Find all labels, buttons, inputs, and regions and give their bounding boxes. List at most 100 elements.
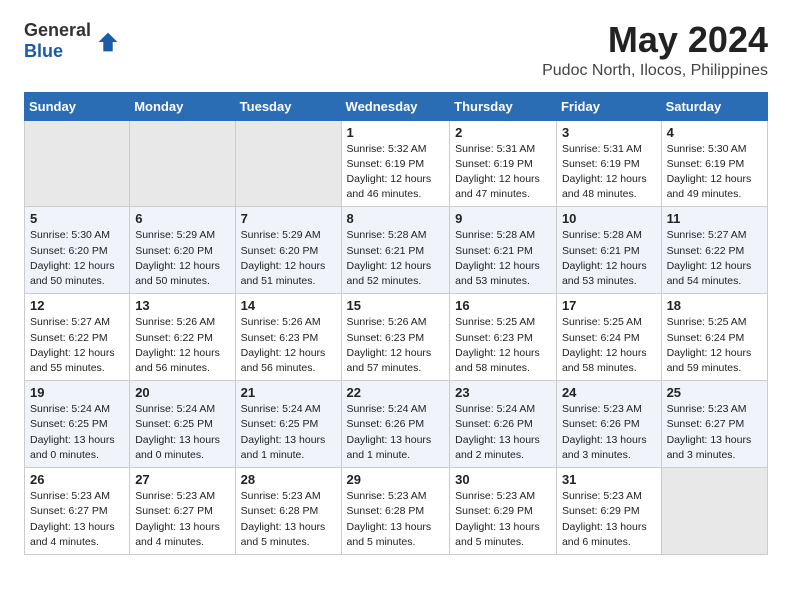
day-info: Sunrise: 5:27 AM Sunset: 6:22 PM Dayligh… [667, 228, 762, 289]
logo-general: General [24, 20, 91, 41]
calendar-week-row: 26 Sunrise: 5:23 AM Sunset: 6:27 PM Dayli… [25, 468, 768, 555]
calendar-table: SundayMondayTuesdayWednesdayThursdayFrid… [24, 92, 768, 555]
day-info: Sunrise: 5:32 AM Sunset: 6:19 PM Dayligh… [347, 142, 445, 203]
day-info: Sunrise: 5:23 AM Sunset: 6:27 PM Dayligh… [667, 402, 762, 463]
day-number: 1 [347, 125, 445, 140]
day-info: Sunrise: 5:24 AM Sunset: 6:25 PM Dayligh… [241, 402, 336, 463]
calendar-cell: 8 Sunrise: 5:28 AM Sunset: 6:21 PM Daylig… [341, 207, 450, 294]
calendar-week-row: 19 Sunrise: 5:24 AM Sunset: 6:25 PM Dayli… [25, 381, 768, 468]
day-info: Sunrise: 5:23 AM Sunset: 6:29 PM Dayligh… [455, 489, 551, 550]
day-number: 13 [135, 298, 229, 313]
calendar-cell: 30 Sunrise: 5:23 AM Sunset: 6:29 PM Dayli… [450, 468, 557, 555]
day-info: Sunrise: 5:23 AM Sunset: 6:29 PM Dayligh… [562, 489, 656, 550]
calendar-cell: 3 Sunrise: 5:31 AM Sunset: 6:19 PM Daylig… [556, 120, 661, 207]
calendar-cell: 19 Sunrise: 5:24 AM Sunset: 6:25 PM Dayli… [25, 381, 130, 468]
calendar-cell: 21 Sunrise: 5:24 AM Sunset: 6:25 PM Dayli… [235, 381, 341, 468]
calendar-cell: 25 Sunrise: 5:23 AM Sunset: 6:27 PM Dayli… [661, 381, 767, 468]
day-info: Sunrise: 5:24 AM Sunset: 6:25 PM Dayligh… [30, 402, 124, 463]
calendar-cell: 7 Sunrise: 5:29 AM Sunset: 6:20 PM Daylig… [235, 207, 341, 294]
day-number: 22 [347, 385, 445, 400]
day-number: 17 [562, 298, 656, 313]
calendar-week-row: 1 Sunrise: 5:32 AM Sunset: 6:19 PM Daylig… [25, 120, 768, 207]
calendar-cell: 16 Sunrise: 5:25 AM Sunset: 6:23 PM Dayli… [450, 294, 557, 381]
day-info: Sunrise: 5:29 AM Sunset: 6:20 PM Dayligh… [241, 228, 336, 289]
day-info: Sunrise: 5:25 AM Sunset: 6:24 PM Dayligh… [562, 315, 656, 376]
day-info: Sunrise: 5:30 AM Sunset: 6:19 PM Dayligh… [667, 142, 762, 203]
day-number: 21 [241, 385, 336, 400]
day-number: 5 [30, 211, 124, 226]
calendar-cell: 27Sunrise: 5:23 AM Sunset: 6:27 PM Dayli… [130, 468, 235, 555]
day-info: Sunrise: 5:24 AM Sunset: 6:25 PM Dayligh… [135, 402, 229, 463]
day-number: 23 [455, 385, 551, 400]
day-info: Sunrise: 5:23 AM Sunset: 6:27 PM Dayligh… [30, 489, 124, 550]
day-number: 7 [241, 211, 336, 226]
weekday-header: Friday [556, 92, 661, 120]
weekday-header: Sunday [25, 92, 130, 120]
day-number: 11 [667, 211, 762, 226]
calendar-week-row: 12Sunrise: 5:27 AM Sunset: 6:22 PM Dayli… [25, 294, 768, 381]
logo-blue: Blue [24, 41, 91, 62]
logo-icon [97, 31, 119, 53]
calendar-cell: 28Sunrise: 5:23 AM Sunset: 6:28 PM Dayli… [235, 468, 341, 555]
day-number: 25 [667, 385, 762, 400]
day-number: 20 [135, 385, 229, 400]
day-info: Sunrise: 5:31 AM Sunset: 6:19 PM Dayligh… [562, 142, 656, 203]
day-number: 18 [667, 298, 762, 313]
weekday-header: Tuesday [235, 92, 341, 120]
calendar-cell: 4 Sunrise: 5:30 AM Sunset: 6:19 PM Daylig… [661, 120, 767, 207]
day-number: 29 [347, 472, 445, 487]
day-number: 4 [667, 125, 762, 140]
month-year: May 2024 [542, 20, 768, 60]
day-number: 9 [455, 211, 551, 226]
day-info: Sunrise: 5:23 AM Sunset: 6:26 PM Dayligh… [562, 402, 656, 463]
day-info: Sunrise: 5:24 AM Sunset: 6:26 PM Dayligh… [347, 402, 445, 463]
calendar-cell: 18 Sunrise: 5:25 AM Sunset: 6:24 PM Dayli… [661, 294, 767, 381]
calendar-cell [661, 468, 767, 555]
day-info: Sunrise: 5:28 AM Sunset: 6:21 PM Dayligh… [562, 228, 656, 289]
weekday-header: Saturday [661, 92, 767, 120]
day-info: Sunrise: 5:25 AM Sunset: 6:24 PM Dayligh… [667, 315, 762, 376]
day-info: Sunrise: 5:29 AM Sunset: 6:20 PM Dayligh… [135, 228, 229, 289]
calendar-cell: 15Sunrise: 5:26 AM Sunset: 6:23 PM Dayli… [341, 294, 450, 381]
calendar-cell: 29Sunrise: 5:23 AM Sunset: 6:28 PM Dayli… [341, 468, 450, 555]
weekday-header: Wednesday [341, 92, 450, 120]
calendar-cell: 20 Sunrise: 5:24 AM Sunset: 6:25 PM Dayli… [130, 381, 235, 468]
calendar-cell: 22 Sunrise: 5:24 AM Sunset: 6:26 PM Dayli… [341, 381, 450, 468]
day-number: 10 [562, 211, 656, 226]
day-number: 26 [30, 472, 124, 487]
day-number: 6 [135, 211, 229, 226]
calendar-cell: 24Sunrise: 5:23 AM Sunset: 6:26 PM Dayli… [556, 381, 661, 468]
day-number: 30 [455, 472, 551, 487]
weekday-header-row: SundayMondayTuesdayWednesdayThursdayFrid… [25, 92, 768, 120]
day-number: 3 [562, 125, 656, 140]
calendar-week-row: 5Sunrise: 5:30 AM Sunset: 6:20 PM Daylig… [25, 207, 768, 294]
day-number: 28 [241, 472, 336, 487]
day-info: Sunrise: 5:28 AM Sunset: 6:21 PM Dayligh… [455, 228, 551, 289]
day-info: Sunrise: 5:26 AM Sunset: 6:23 PM Dayligh… [347, 315, 445, 376]
calendar-cell: 14Sunrise: 5:26 AM Sunset: 6:23 PM Dayli… [235, 294, 341, 381]
title-block: May 2024 Pudoc North, Ilocos, Philippine… [542, 20, 768, 80]
day-number: 8 [347, 211, 445, 226]
calendar-cell: 9 Sunrise: 5:28 AM Sunset: 6:21 PM Daylig… [450, 207, 557, 294]
weekday-header: Thursday [450, 92, 557, 120]
calendar-cell: 17 Sunrise: 5:25 AM Sunset: 6:24 PM Dayli… [556, 294, 661, 381]
weekday-header: Monday [130, 92, 235, 120]
day-info: Sunrise: 5:25 AM Sunset: 6:23 PM Dayligh… [455, 315, 551, 376]
day-number: 19 [30, 385, 124, 400]
calendar-cell: 13Sunrise: 5:26 AM Sunset: 6:22 PM Dayli… [130, 294, 235, 381]
day-number: 31 [562, 472, 656, 487]
day-info: Sunrise: 5:24 AM Sunset: 6:26 PM Dayligh… [455, 402, 551, 463]
calendar-cell: 1 Sunrise: 5:32 AM Sunset: 6:19 PM Daylig… [341, 120, 450, 207]
day-info: Sunrise: 5:28 AM Sunset: 6:21 PM Dayligh… [347, 228, 445, 289]
calendar-cell: 5Sunrise: 5:30 AM Sunset: 6:20 PM Daylig… [25, 207, 130, 294]
calendar-cell: 31 Sunrise: 5:23 AM Sunset: 6:29 PM Dayli… [556, 468, 661, 555]
calendar-cell: 10 Sunrise: 5:28 AM Sunset: 6:21 PM Dayli… [556, 207, 661, 294]
day-info: Sunrise: 5:27 AM Sunset: 6:22 PM Dayligh… [30, 315, 124, 376]
page-header: General Blue May 2024 Pudoc North, Iloco… [24, 20, 768, 80]
day-number: 14 [241, 298, 336, 313]
calendar-cell: 12Sunrise: 5:27 AM Sunset: 6:22 PM Dayli… [25, 294, 130, 381]
day-number: 16 [455, 298, 551, 313]
day-number: 2 [455, 125, 551, 140]
calendar-cell: 23 Sunrise: 5:24 AM Sunset: 6:26 PM Dayli… [450, 381, 557, 468]
calendar-cell [130, 120, 235, 207]
